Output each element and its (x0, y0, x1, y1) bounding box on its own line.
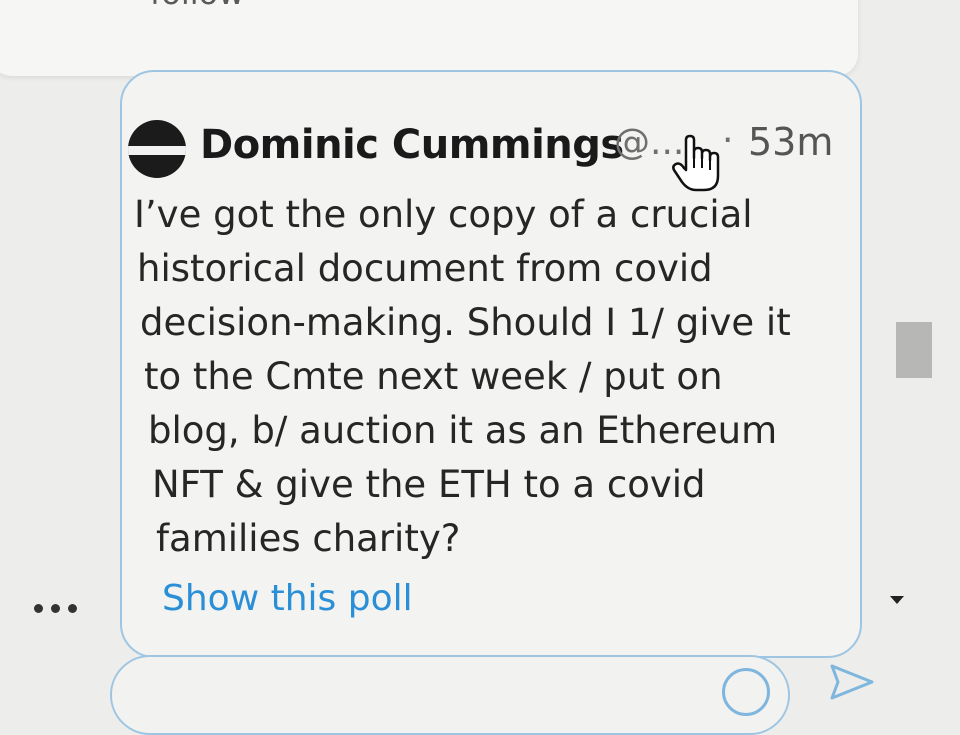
tweet-line: historical document from covid (137, 247, 713, 290)
previous-tweet-card: follow (0, 0, 858, 76)
author-name[interactable]: Dominic Cummings (200, 122, 624, 168)
tweet-line: I’ve got the only copy of a crucial (134, 193, 753, 236)
follow-text[interactable]: follow (150, 0, 244, 12)
tweet-line: to the Cmte next week / put on (144, 355, 723, 398)
chevron-down-icon[interactable] (890, 596, 904, 604)
tweet-line: blog, b/ auction it as an Ethereum (148, 409, 778, 452)
tweet-timestamp[interactable]: 53m (748, 120, 833, 164)
tweet-line: decision-making. Should I 1/ give it (140, 301, 791, 344)
send-icon[interactable] (828, 662, 876, 702)
tweet-line: families charity? (156, 517, 461, 560)
show-poll-link[interactable]: Show this poll (162, 578, 413, 619)
emoji-icon[interactable] (722, 668, 770, 716)
scrollbar-thumb[interactable] (896, 322, 932, 378)
hand-pointer-cursor-icon (672, 134, 720, 192)
reply-input[interactable] (110, 655, 790, 735)
avatar[interactable] (128, 120, 186, 178)
tweet-body: I’ve got the only copy of a crucial hist… (134, 188, 834, 566)
more-options-icon[interactable] (34, 598, 94, 618)
tweet-line: NFT & give the ETH to a covid (152, 463, 706, 506)
